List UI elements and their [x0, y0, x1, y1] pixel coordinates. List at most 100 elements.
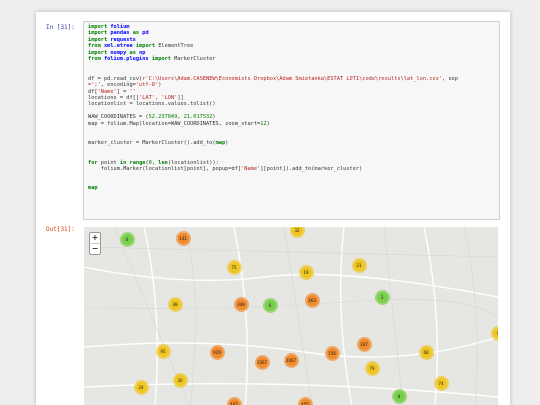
cluster-count: 6	[121, 233, 133, 245]
zoom-in-button[interactable]: +	[90, 233, 100, 244]
code-token: marker_cluster = MarkerCluster().add_to(	[88, 140, 216, 147]
code-token: from	[88, 43, 101, 50]
marker-cluster[interactable]: 1367	[254, 354, 270, 370]
marker-cluster[interactable]: 21	[351, 257, 367, 273]
code-token: ''	[129, 88, 136, 95]
code-line: WAW_COORDINATES = (52.237049, 21.017532)	[88, 114, 216, 120]
code-token: MarkerCluster	[170, 56, 216, 63]
cluster-count: 75	[228, 261, 240, 273]
cluster-count: 9	[492, 327, 498, 339]
cluster-count: 21	[353, 259, 365, 271]
cluster-count: 8	[393, 390, 405, 402]
code-line: locations = df[['LAT', 'LON']]	[88, 95, 184, 101]
cluster-count: 141	[177, 232, 189, 244]
marker-cluster[interactable]: 2067	[283, 352, 299, 368]
cluster-count: 1367	[256, 356, 268, 368]
cluster-count: 24	[135, 381, 147, 393]
code-token: 'LAT'	[139, 94, 155, 101]
code-token: import	[88, 49, 108, 56]
code-token: =';'	[88, 82, 101, 89]
marker-cluster[interactable]: 6	[119, 231, 135, 247]
cluster-count: 307	[358, 338, 370, 350]
code-token: ] =	[116, 88, 130, 95]
code-line: for point in range(0, len(locationlist))…	[88, 160, 219, 166]
code-line: import folium	[88, 24, 129, 30]
code-token: 'LON'	[161, 94, 178, 101]
marker-cluster[interactable]: 79	[364, 360, 380, 376]
cluster-count: 407	[228, 398, 240, 405]
cluster-count: 3	[376, 291, 388, 303]
zoom-control: + −	[89, 232, 101, 255]
code-line: locationlist = locations.values.tolist()	[88, 101, 216, 107]
marker-cluster[interactable]: 32	[289, 227, 305, 238]
marker-cluster[interactable]: 74	[433, 375, 449, 391]
marker-cluster[interactable]: 141	[175, 230, 191, 246]
code-token: df[	[88, 88, 98, 95]
cluster-count: 363	[306, 294, 318, 306]
code-line: df = pd.read_csv(r'C:\Users\Adam.CASENEW…	[88, 76, 458, 82]
code-token: )	[266, 120, 270, 127]
code-token: )	[212, 114, 216, 121]
cluster-count: 156	[326, 347, 338, 359]
marker-cluster[interactable]: 30	[172, 372, 188, 388]
cluster-count: 74	[435, 377, 447, 389]
output-prompt: Out[31]:	[46, 226, 75, 233]
marker-cluster[interactable]: 19	[298, 264, 314, 280]
input-prompt: In [31]:	[46, 24, 75, 31]
code-token: for	[88, 159, 98, 166]
code-token: import	[88, 36, 108, 43]
code-token: map	[215, 140, 226, 147]
marker-cluster[interactable]: 156	[324, 345, 340, 361]
code-editor[interactable]: import folium import pandas as pd import…	[83, 21, 500, 220]
marker-cluster[interactable]: 363	[304, 292, 320, 308]
code-token: import	[135, 43, 156, 50]
code-token: 21.017532	[183, 114, 213, 121]
code-text[interactable]: import folium import pandas as pd import…	[88, 24, 495, 192]
marker-cluster[interactable]: 407	[226, 396, 242, 405]
cluster-count: 929	[211, 346, 223, 358]
cluster-count: 30	[174, 374, 186, 386]
code-token: len	[158, 159, 168, 166]
code-token: locations = df[[	[88, 94, 140, 101]
code-line: from folium.plugins import MarkerCluster	[88, 56, 216, 62]
code-line: import pandas as pd	[88, 30, 149, 36]
zoom-out-button[interactable]: −	[90, 244, 100, 254]
code-token: pandas	[110, 30, 130, 37]
code-token: ]]	[177, 94, 184, 101]
marker-cluster[interactable]: 307	[356, 336, 372, 352]
code-token: requests	[110, 36, 136, 43]
code-token: pd	[142, 30, 149, 37]
code-token: folium.plugins	[103, 56, 149, 63]
cluster-count: 32	[291, 227, 303, 236]
marker-cluster[interactable]: 348	[233, 296, 249, 312]
code-token: ][point]).add_to(marker_cluster)	[260, 165, 363, 172]
marker-cluster[interactable]: 95	[155, 343, 171, 359]
marker-cluster[interactable]: 75	[226, 259, 242, 275]
code-token: ElementTree	[155, 43, 194, 50]
folium-map[interactable]: + − 6 141 32 75 19 21 38 348 6 363 3 9 95 929 1367 2067…	[84, 227, 498, 405]
code-token: (locationlist)):	[167, 159, 219, 166]
marker-cluster[interactable]: 68	[418, 344, 434, 360]
code-token: )	[225, 140, 229, 147]
code-token: 'utf-8'	[135, 82, 159, 89]
code-token: import	[88, 30, 108, 37]
code-token: r'C:\Users\Adam.CASENEW\Economists Dropb…	[142, 75, 442, 82]
cluster-count: 68	[420, 346, 432, 358]
marker-cluster[interactable]: 8	[391, 388, 407, 404]
marker-cluster[interactable]: 6	[262, 297, 278, 313]
notebook-cell: In [31]: import folium import pandas as …	[36, 12, 510, 405]
marker-cluster[interactable]: 929	[209, 344, 225, 360]
code-token: , sep	[441, 75, 458, 82]
code-line: from xml.etree import ElementTree	[88, 43, 193, 49]
marker-cluster[interactable]: 38	[167, 296, 183, 312]
code-token: import	[88, 24, 108, 30]
marker-cluster[interactable]: 455	[297, 396, 313, 405]
code-token: locationlist = locations.values.tolist()	[88, 101, 216, 108]
cluster-count: 79	[366, 362, 378, 374]
code-token: range	[129, 159, 146, 166]
code-token: map	[88, 185, 98, 192]
code-line: map = folium.Map(location=WAW_COORDINATE…	[88, 121, 270, 127]
code-line: import requests	[88, 37, 136, 43]
marker-cluster[interactable]: 3	[374, 289, 390, 305]
marker-cluster[interactable]: 24	[133, 379, 149, 395]
